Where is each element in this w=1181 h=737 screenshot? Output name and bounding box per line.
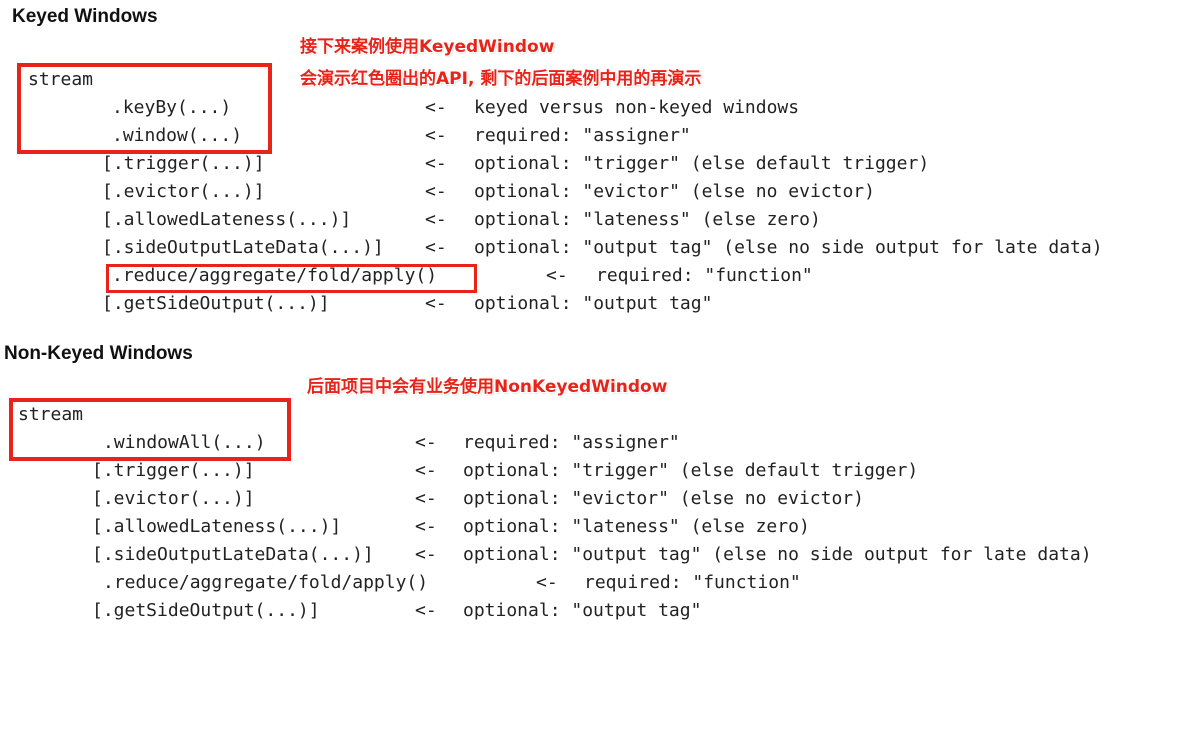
code-text: [.getSideOutput(...)] bbox=[102, 293, 330, 314]
code-line: [.allowedLateness(...)] <- optional: "la… bbox=[0, 513, 810, 541]
code-line: .reduce/aggregate/fold/apply() <- requir… bbox=[0, 262, 813, 290]
arrow-text: <- bbox=[425, 125, 447, 146]
description-text: optional: "trigger" (else default trigge… bbox=[474, 153, 930, 174]
arrow-text: <- bbox=[425, 181, 447, 202]
keyed-note-2: 会演示红色圈出的API, 剩下的后面案例中用的再演示 bbox=[300, 69, 702, 89]
code-text: [.sideOutputLateData(...)] bbox=[102, 237, 384, 258]
description-text: optional: "output tag" bbox=[474, 293, 713, 314]
description-text: optional: "output tag" (else no side out… bbox=[474, 237, 1103, 258]
description-text: keyed versus non-keyed windows bbox=[474, 97, 800, 118]
arrow-text: <- bbox=[425, 153, 447, 174]
non-keyed-note: 后面项目中会有业务使用NonKeyedWindow bbox=[307, 377, 668, 397]
description-text: optional: "lateness" (else zero) bbox=[474, 209, 821, 230]
code-line: [.allowedLateness(...)] <- optional: "la… bbox=[0, 206, 821, 234]
code-text: [.trigger(...)] bbox=[92, 460, 255, 481]
description-text: required: "function" bbox=[596, 265, 813, 286]
code-line: [.getSideOutput(...)] <- optional: "outp… bbox=[0, 597, 701, 625]
non-keyed-highlight-box bbox=[9, 398, 291, 461]
description-text: optional: "output tag" bbox=[463, 600, 702, 621]
code-line: [.trigger(...)] <- optional: "trigger" (… bbox=[0, 150, 929, 178]
description-text: optional: "trigger" (else default trigge… bbox=[463, 460, 919, 481]
arrow-text: <- bbox=[536, 572, 558, 593]
description-text: optional: "evictor" (else no evictor) bbox=[474, 181, 875, 202]
description-text: required: "assigner" bbox=[463, 432, 680, 453]
code-line: .reduce/aggregate/fold/apply() <- requir… bbox=[0, 569, 801, 597]
arrow-text: <- bbox=[415, 600, 437, 621]
arrow-text: <- bbox=[546, 265, 568, 286]
keyed-highlight-box bbox=[17, 63, 272, 154]
code-text: [.evictor(...)] bbox=[102, 181, 265, 202]
code-text: [.evictor(...)] bbox=[92, 488, 255, 509]
code-line: [.evictor(...)] <- optional: "evictor" (… bbox=[0, 485, 864, 513]
arrow-text: <- bbox=[425, 97, 447, 118]
non-keyed-windows-heading: Non-Keyed Windows bbox=[4, 343, 193, 364]
description-text: optional: "evictor" (else no evictor) bbox=[463, 488, 864, 509]
arrow-text: <- bbox=[415, 516, 437, 537]
code-text: .reduce/aggregate/fold/apply() bbox=[103, 572, 429, 593]
code-text: [.sideOutputLateData(...)] bbox=[92, 544, 374, 565]
arrow-text: <- bbox=[415, 432, 437, 453]
code-line: [.sideOutputLateData(...)] <- optional: … bbox=[0, 234, 1103, 262]
reduce-highlight-box bbox=[106, 264, 477, 293]
keyed-note-1: 接下来案例使用KeyedWindow bbox=[300, 37, 555, 57]
description-text: optional: "output tag" (else no side out… bbox=[463, 544, 1092, 565]
arrow-text: <- bbox=[425, 293, 447, 314]
code-text: [.allowedLateness(...)] bbox=[102, 209, 352, 230]
code-line: [.getSideOutput(...)] <- optional: "outp… bbox=[0, 290, 712, 318]
description-text: required: "assigner" bbox=[474, 125, 691, 146]
arrow-text: <- bbox=[415, 544, 437, 565]
arrow-text: <- bbox=[415, 460, 437, 481]
code-text: [.allowedLateness(...)] bbox=[92, 516, 342, 537]
arrow-text: <- bbox=[415, 488, 437, 509]
arrow-text: <- bbox=[425, 209, 447, 230]
code-text: [.trigger(...)] bbox=[102, 153, 265, 174]
arrow-text: <- bbox=[425, 237, 447, 258]
keyed-windows-heading: Keyed Windows bbox=[12, 6, 158, 27]
code-text: [.getSideOutput(...)] bbox=[92, 600, 320, 621]
description-text: optional: "lateness" (else zero) bbox=[463, 516, 810, 537]
code-line: [.sideOutputLateData(...)] <- optional: … bbox=[0, 541, 1092, 569]
code-line: [.trigger(...)] <- optional: "trigger" (… bbox=[0, 457, 918, 485]
code-line: [.evictor(...)] <- optional: "evictor" (… bbox=[0, 178, 875, 206]
description-text: required: "function" bbox=[584, 572, 801, 593]
